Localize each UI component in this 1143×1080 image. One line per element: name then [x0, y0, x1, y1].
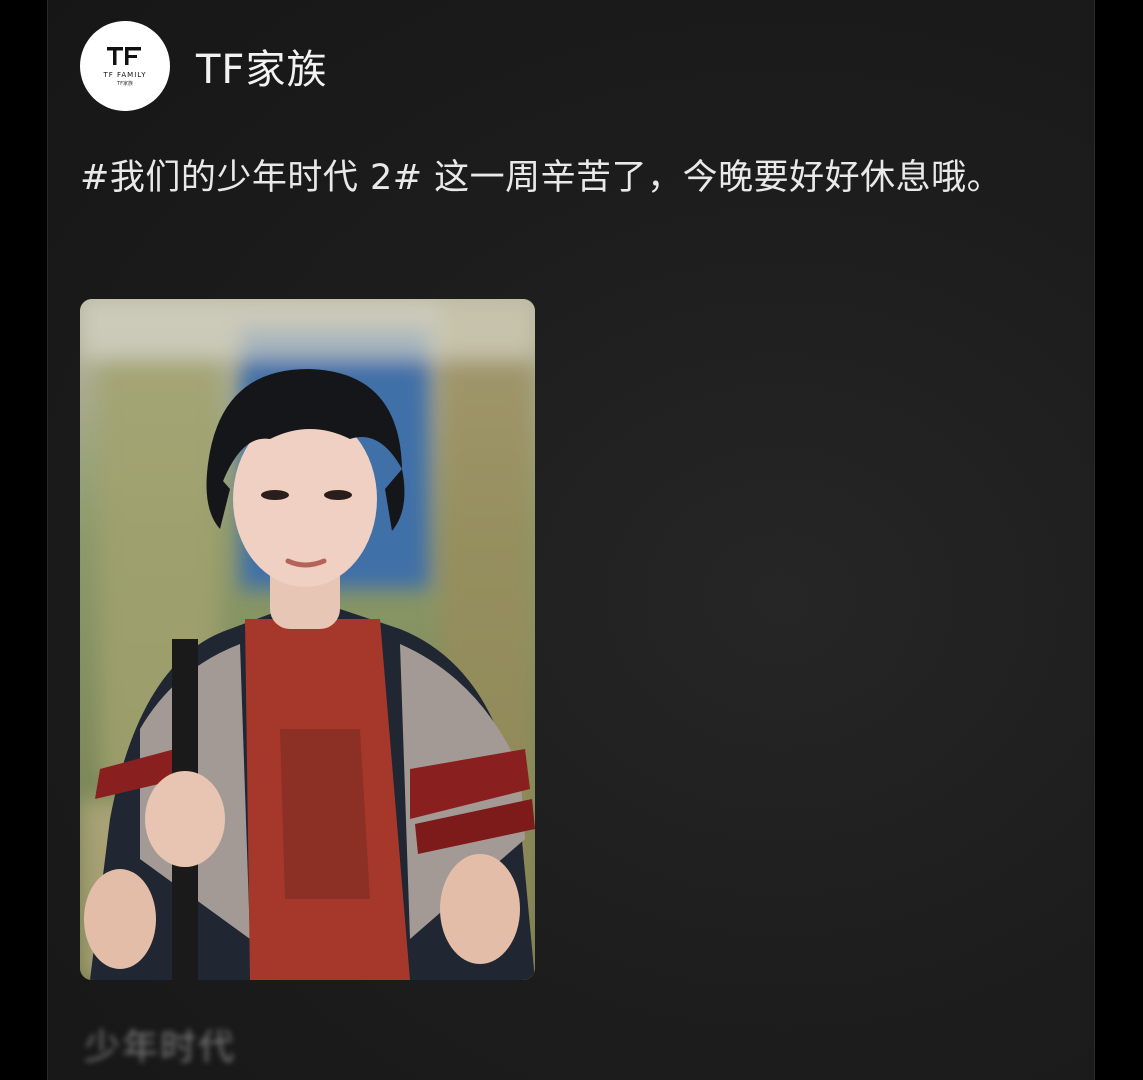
- screenshot-page: TF FAMILY TF家族 TF家族 #我们的少年时代 2# 这一周辛苦了，今…: [0, 0, 1143, 1080]
- post-photo[interactable]: [80, 299, 535, 980]
- tf-family-logo-icon: [105, 45, 145, 67]
- account-avatar[interactable]: TF FAMILY TF家族: [80, 21, 170, 111]
- photo-illustration: [80, 299, 535, 980]
- avatar-logo-sub: TF家族: [117, 81, 133, 87]
- blurred-footer-text: 少年时代: [84, 1027, 237, 1068]
- post-header: TF FAMILY TF家族 TF家族: [80, 20, 327, 112]
- post-text: #我们的少年时代 2# 这一周辛苦了，今晚要好好休息哦。: [80, 158, 1003, 198]
- avatar-logo-name: TF FAMILY: [103, 71, 147, 79]
- account-name[interactable]: TF家族: [196, 37, 327, 95]
